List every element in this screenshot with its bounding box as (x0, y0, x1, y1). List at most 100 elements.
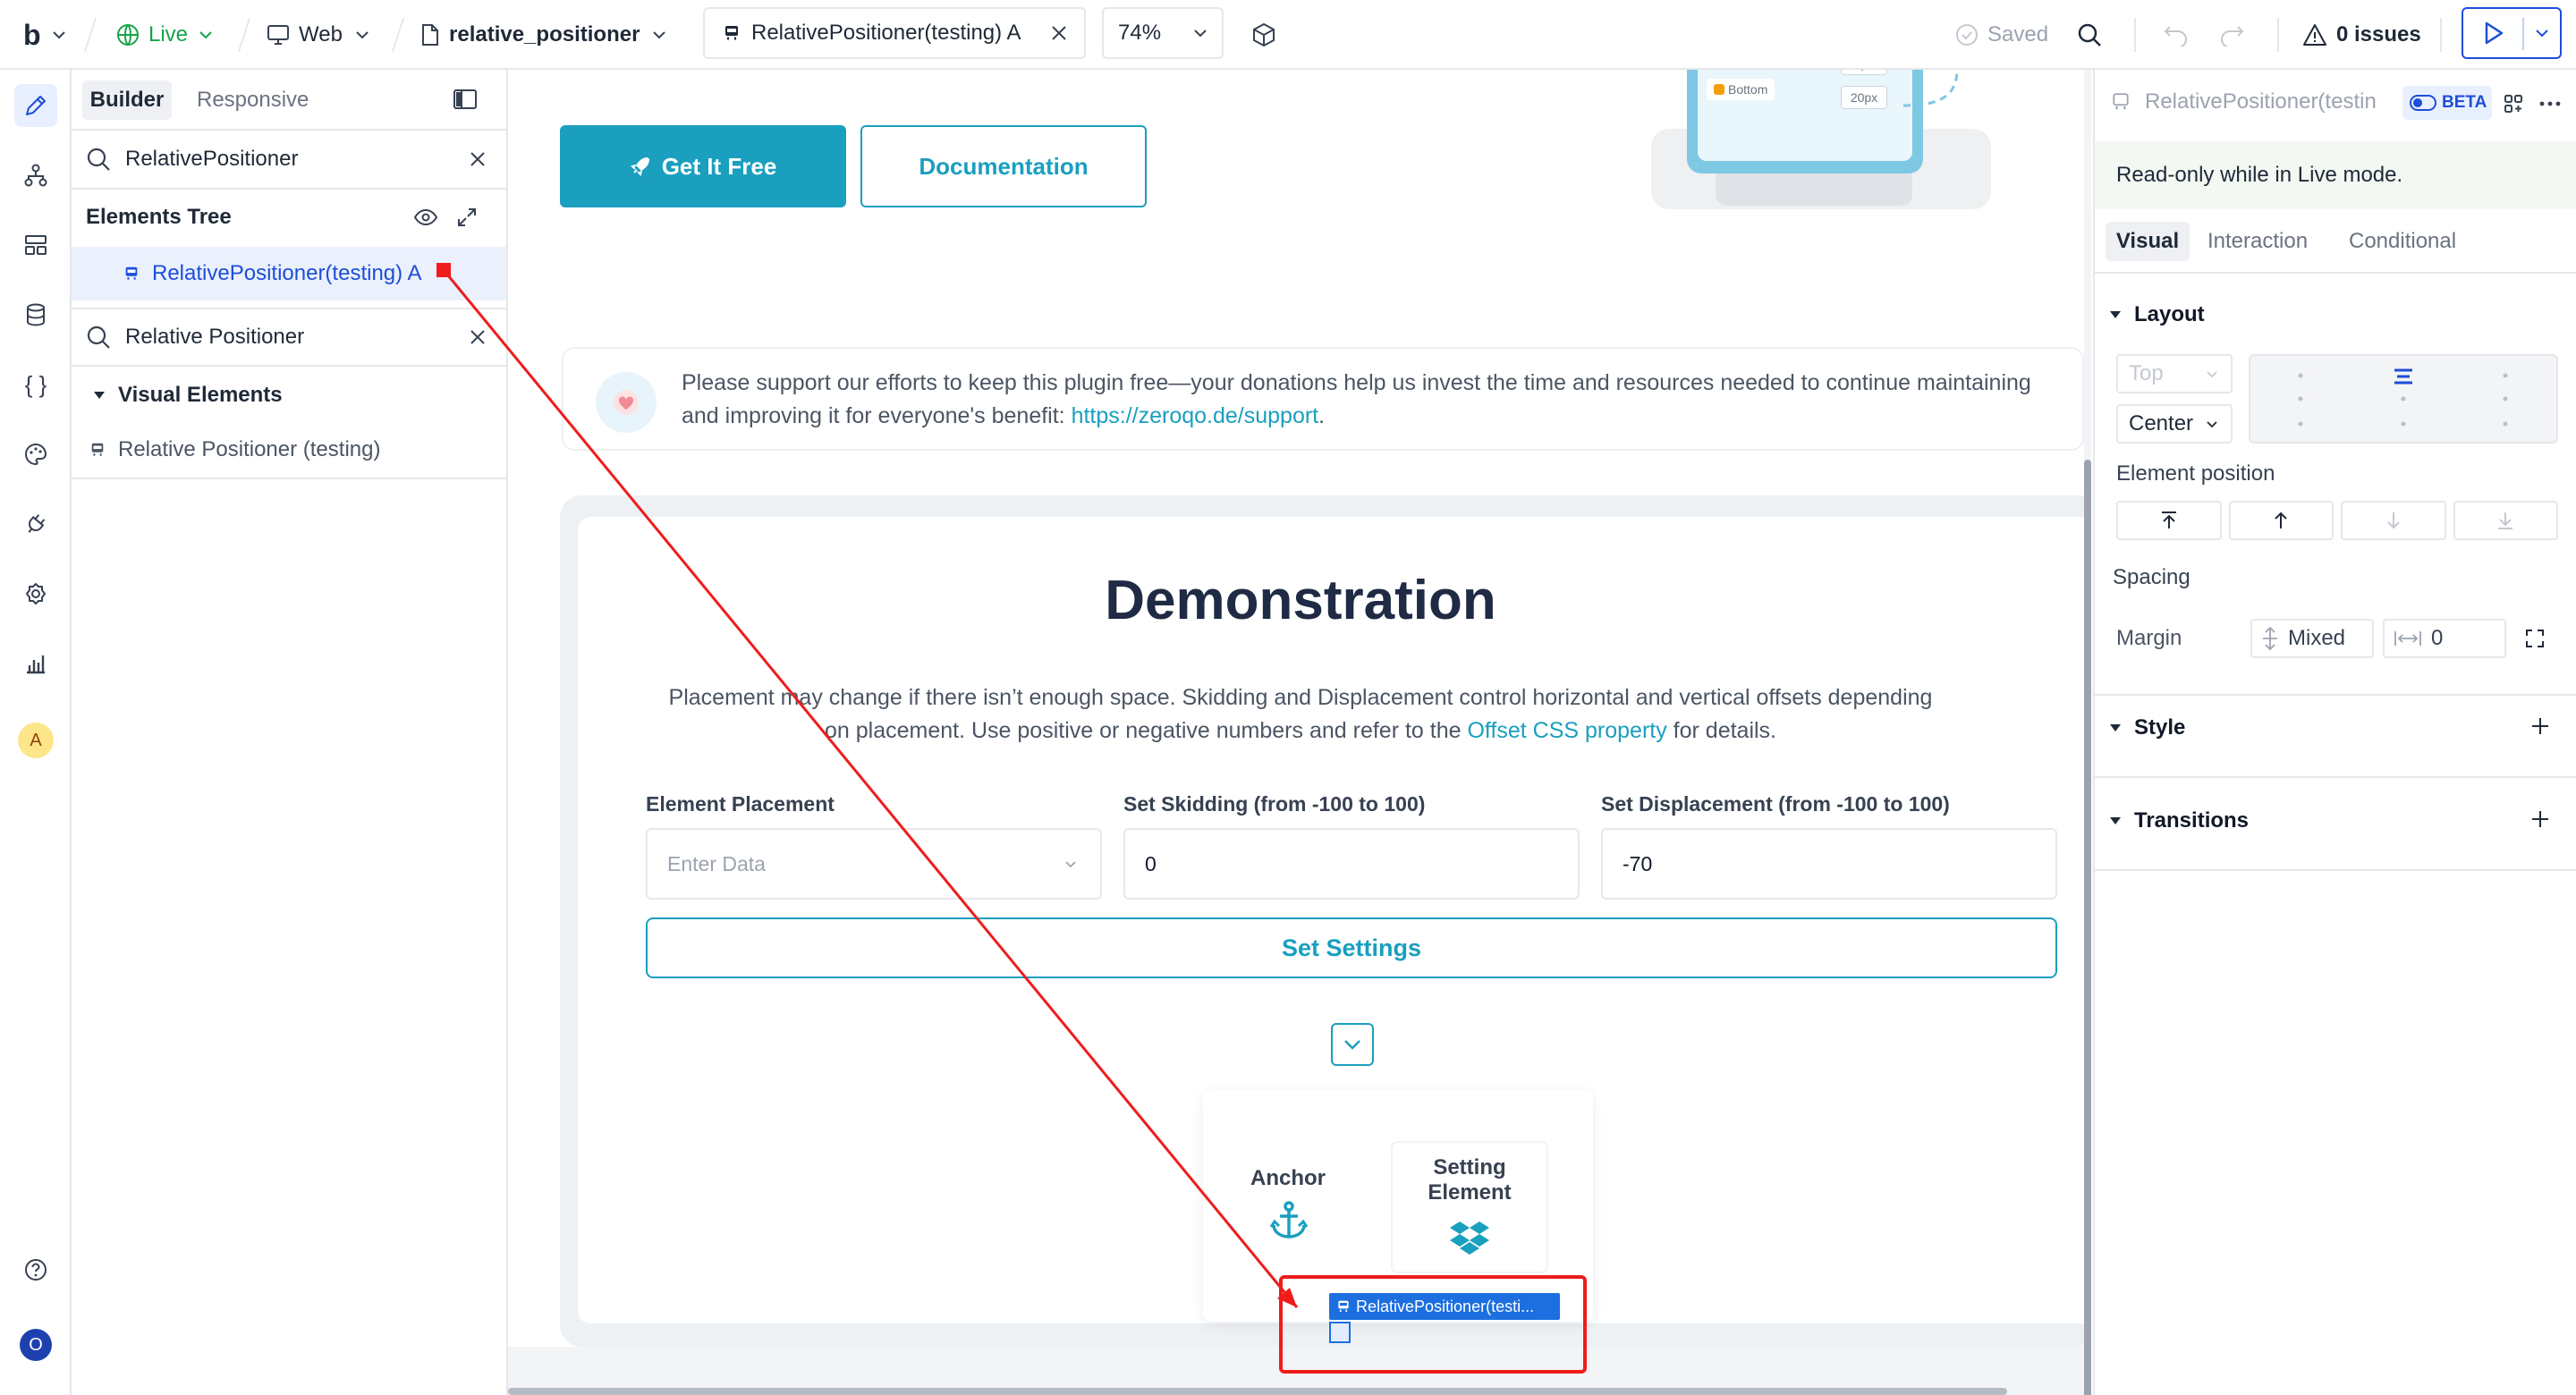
issues-button[interactable]: 0 issues (2302, 0, 2421, 70)
database-icon (23, 302, 48, 327)
position-up-button[interactable] (2228, 501, 2334, 540)
visual-element-item[interactable]: Relative Positioner (testing) (72, 422, 506, 478)
spacing-label: Spacing (2113, 565, 2190, 589)
placement-select[interactable]: Enter Data (646, 828, 1102, 900)
position-bottom-button[interactable] (2453, 501, 2558, 540)
saved-label: Saved (1987, 22, 2049, 46)
element-tab-label: RelativePositioner(testing) A (751, 21, 1021, 45)
anchor-label: Anchor (1250, 1166, 1326, 1190)
cube-button[interactable] (1250, 0, 1277, 70)
beta-badge: BETA (2402, 86, 2492, 120)
component-button[interactable] (2503, 93, 2524, 114)
user-avatar[interactable]: O (20, 1329, 52, 1361)
chevron-down-icon (1343, 1038, 1362, 1051)
divider (237, 18, 251, 52)
eye-icon[interactable] (413, 208, 438, 226)
selected-element-tag[interactable]: RelativePositioner(testi... (1329, 1293, 1560, 1320)
tab-visual-label: Visual (2115, 229, 2180, 253)
position-down-button[interactable] (2341, 501, 2446, 540)
horizontal-align-select[interactable]: Center (2116, 404, 2233, 444)
rail-workflow[interactable] (14, 154, 57, 197)
transitions-label: Transitions (2134, 808, 2250, 833)
tab-responsive[interactable]: Responsive (197, 80, 309, 120)
page-dropdown[interactable]: relative_positioner (420, 0, 666, 70)
caret-down-icon (2109, 723, 2122, 732)
arrow-up-icon (2270, 510, 2292, 531)
divider (2440, 18, 2442, 52)
add-transition-button[interactable] (2529, 808, 2551, 830)
rail-plugins[interactable] (14, 503, 57, 545)
readonly-notice: Read-only while in Live mode. (2095, 141, 2576, 209)
avatar[interactable]: A (18, 723, 54, 758)
support-text: Please support our efforts to keep this … (682, 367, 2066, 433)
clear-icon[interactable] (469, 150, 487, 168)
more-button[interactable] (2538, 93, 2562, 114)
selected-element-outline[interactable] (1329, 1322, 1351, 1343)
layout-section-header[interactable]: Layout (2109, 302, 2205, 327)
transitions-section-header[interactable]: Transitions (2109, 808, 2249, 833)
canvas-scrollbar[interactable] (2084, 460, 2091, 1395)
visual-search[interactable]: Relative Positioner (72, 309, 506, 365)
collapse-toggle[interactable] (1331, 1023, 1374, 1066)
bar-chart-icon (23, 651, 48, 676)
close-icon[interactable] (1050, 24, 1068, 42)
redo-button[interactable] (2218, 0, 2245, 70)
expand-icon[interactable] (456, 207, 478, 228)
set-settings-button[interactable]: Set Settings (646, 917, 2057, 978)
zoom-select[interactable]: 74% (1102, 7, 1224, 59)
rail-styles[interactable] (14, 433, 57, 476)
dropbox-icon (1450, 1220, 1489, 1256)
tab-interaction[interactable]: Interaction (2207, 222, 2308, 261)
chevron-down-icon[interactable] (2535, 29, 2549, 38)
undo-button[interactable] (2163, 0, 2190, 70)
expand-margin-button[interactable] (2524, 628, 2546, 649)
alignment-grid[interactable] (2249, 354, 2558, 444)
style-section-header[interactable]: Style (2109, 715, 2185, 740)
margin-vertical-input[interactable]: Mixed (2250, 619, 2374, 658)
documentation-button[interactable]: Documentation (860, 125, 1147, 207)
rail-analytics[interactable] (14, 642, 57, 685)
skidding-input[interactable]: 0 (1123, 828, 1580, 900)
rail-code[interactable]: { } (14, 363, 57, 406)
rail-data[interactable] (14, 293, 57, 336)
displacement-input[interactable]: -70 (1601, 828, 2057, 900)
tab-builder[interactable]: Builder (82, 80, 172, 120)
element-search[interactable]: RelativePositioner (72, 131, 506, 188)
right-panel: RelativePositioner(testin BETA Read-only… (2093, 70, 2576, 1395)
get-it-free-button[interactable]: Get It Free (560, 125, 846, 207)
canvas-hscrollbar[interactable] (508, 1388, 2007, 1395)
horizontal-spacing-icon (2394, 630, 2422, 647)
rail-settings[interactable] (14, 572, 57, 615)
selected-element-label: RelativePositioner(testi... (1356, 1297, 1535, 1315)
clear-icon[interactable] (469, 328, 487, 346)
position-top-button[interactable] (2116, 501, 2222, 540)
preview-button[interactable] (2462, 7, 2562, 59)
plus-icon (2529, 715, 2551, 737)
device-dropdown[interactable]: Web (267, 0, 369, 70)
panel-toggle-button[interactable] (453, 88, 478, 111)
margin-horizontal-input[interactable]: 0 (2383, 619, 2506, 658)
search-button[interactable] (2077, 0, 2102, 70)
element-position-label: Element position (2116, 461, 2275, 486)
rail-design[interactable] (14, 84, 57, 127)
app-menu[interactable]: b (23, 0, 66, 70)
support-link[interactable]: https://zeroqo.de/support (1072, 403, 1319, 428)
element-tab[interactable]: RelativePositioner(testing) A (703, 7, 1086, 59)
live-mode-dropdown[interactable]: Live (116, 0, 213, 70)
toggle-icon (2410, 95, 2436, 111)
tree-item-label: RelativePositioner(testing) A (152, 261, 422, 285)
add-style-button[interactable] (2529, 715, 2551, 737)
tab-visual[interactable]: Visual (2106, 222, 2190, 261)
margin-label: Margin (2116, 626, 2182, 650)
visual-elements-header[interactable]: Visual Elements (72, 368, 506, 422)
tab-conditional[interactable]: Conditional (2349, 222, 2456, 261)
divider (83, 18, 97, 52)
offset-css-link[interactable]: Offset CSS property (1467, 718, 1666, 743)
rail-layout[interactable] (14, 224, 57, 266)
tree-item-selected[interactable]: RelativePositioner(testing) A (72, 247, 506, 300)
documentation-label: Documentation (919, 152, 1089, 180)
element-position-group (2116, 501, 2558, 540)
divider (2277, 18, 2279, 52)
vertical-align-select[interactable]: Top (2116, 354, 2233, 393)
rail-help[interactable] (14, 1248, 57, 1291)
